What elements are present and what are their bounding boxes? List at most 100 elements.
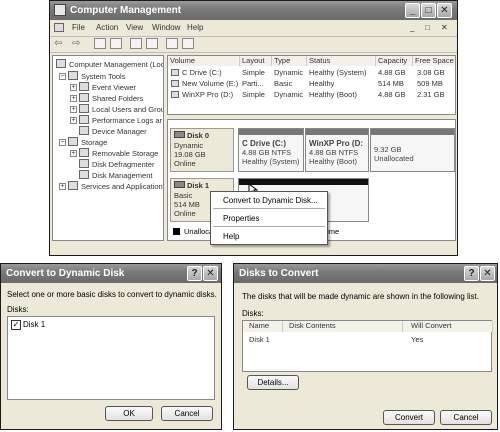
ok-button[interactable]: OK xyxy=(105,406,153,421)
unallocated-label: Unallocated xyxy=(374,154,414,163)
column-disk-contents[interactable]: Disk Contents xyxy=(283,321,403,332)
help-icon[interactable]: ? xyxy=(187,266,202,281)
maximize-icon[interactable]: □ xyxy=(421,3,436,18)
tree-performance-logs[interactable]: Performance Logs ar xyxy=(79,115,162,125)
dialog-title-bar[interactable]: Disks to Convert ? ✕ xyxy=(234,264,497,283)
cancel-button[interactable]: Cancel xyxy=(161,406,213,421)
forward-icon[interactable]: ⇨ xyxy=(72,38,80,49)
disk0-info[interactable]: Disk 0 Dynamic 19.08 GB Online xyxy=(170,128,234,172)
menu-file[interactable]: File xyxy=(72,23,85,32)
table-row[interactable]: Disk 1 Yes xyxy=(243,334,493,345)
mdi-close-icon[interactable]: ✕ xyxy=(441,23,448,32)
expand-icon[interactable]: + xyxy=(70,150,77,157)
column-volume[interactable]: Volume xyxy=(168,56,240,66)
column-layout[interactable]: Layout xyxy=(240,56,272,66)
column-will-convert[interactable]: Will Convert xyxy=(403,321,493,332)
context-menu: Convert to Dynamic Disk... Properties He… xyxy=(210,191,328,245)
list-item[interactable]: ✓ Disk 1 xyxy=(11,320,211,330)
expand-icon[interactable]: + xyxy=(70,95,77,102)
menu-window[interactable]: Window xyxy=(152,23,180,32)
computer-icon xyxy=(56,59,66,68)
close-icon[interactable]: ✕ xyxy=(480,266,495,281)
disk1-checkbox[interactable]: ✓ xyxy=(11,320,21,330)
disk-view-icon[interactable] xyxy=(166,38,178,49)
collapse-icon[interactable]: − xyxy=(59,139,66,146)
partition-size: 4.88 GB NTFS xyxy=(242,148,292,157)
status-cell: Healthy xyxy=(309,79,335,88)
column-type[interactable]: Type xyxy=(272,56,307,66)
convert-dialog: Convert to Dynamic Disk ? ✕ Select one o… xyxy=(0,263,222,430)
users-icon xyxy=(79,104,89,113)
partition-winxp[interactable]: WinXP Pro (D: 4.88 GB NTFS Healthy (Boot… xyxy=(305,128,369,172)
document-icon xyxy=(54,23,64,32)
volume-icon xyxy=(171,80,179,87)
volume-bar xyxy=(306,129,368,135)
details-button[interactable]: Details... xyxy=(247,375,299,390)
menu-action[interactable]: Action xyxy=(96,23,118,32)
close-icon[interactable]: ✕ xyxy=(203,266,218,281)
mdi-minimize-icon[interactable]: _ xyxy=(410,23,414,32)
partition-size: 4.88 GB NTFS xyxy=(309,148,359,157)
column-status[interactable]: Status xyxy=(307,56,376,66)
menu-view[interactable]: View xyxy=(126,23,143,32)
cancel-button[interactable]: Cancel xyxy=(440,410,492,425)
table-row[interactable]: C Drive (C:) Simple Dynamic Healthy (Sys… xyxy=(168,67,455,78)
menu-properties[interactable]: Properties xyxy=(223,214,259,223)
back-icon[interactable]: ⇦ xyxy=(54,38,62,49)
properties-icon[interactable] xyxy=(146,38,158,49)
storage-icon xyxy=(68,137,78,146)
free-space-cell: 509 MB xyxy=(417,79,443,88)
up-folder-icon[interactable] xyxy=(94,38,106,49)
tree-services[interactable]: Services and Applications xyxy=(68,181,163,191)
expand-icon[interactable]: + xyxy=(70,117,77,124)
tree-disk-defragmenter[interactable]: Disk Defragmenter xyxy=(79,159,155,169)
status-cell: Healthy (Boot) xyxy=(309,90,357,99)
name-cell: Disk 1 xyxy=(249,335,270,344)
expand-icon[interactable]: + xyxy=(59,183,66,190)
expand-icon[interactable]: + xyxy=(70,106,77,113)
menu-help-item[interactable]: Help xyxy=(223,232,239,241)
table-row[interactable]: New Volume (E:) Parti... Basic Healthy 5… xyxy=(168,78,455,89)
menu-separator xyxy=(213,208,325,209)
tree-device-manager[interactable]: Device Manager xyxy=(79,126,147,136)
column-free-space[interactable]: Free Space xyxy=(413,56,455,66)
tree-shared-folders[interactable]: Shared Folders xyxy=(79,93,143,103)
computer-management-window: Computer Management _ □ ✕ File Action Vi… xyxy=(49,0,458,256)
tree-system-tools[interactable]: System Tools xyxy=(68,71,125,81)
volume-cell: WinXP Pro (D:) xyxy=(171,90,233,99)
title-bar[interactable]: Computer Management _ □ ✕ xyxy=(50,1,457,20)
table-row[interactable]: WinXP Pro (D:) Simple Dynamic Healthy (B… xyxy=(168,89,455,100)
expand-icon[interactable]: + xyxy=(70,84,77,91)
column-capacity[interactable]: Capacity xyxy=(376,56,413,66)
tree-storage[interactable]: Storage xyxy=(68,137,107,147)
collapse-icon[interactable]: − xyxy=(59,73,66,80)
help-icon[interactable] xyxy=(130,38,142,49)
disk0-status: Online xyxy=(174,159,196,168)
settings-icon[interactable] xyxy=(182,38,194,49)
tree-local-users[interactable]: Local Users and Grou xyxy=(79,104,163,114)
menu-help[interactable]: Help xyxy=(187,23,203,32)
disks-to-convert-dialog: Disks to Convert ? ✕ The disks that will… xyxy=(233,263,498,430)
mdi-restore-icon[interactable]: □ xyxy=(425,23,430,32)
partition-c-drive[interactable]: C Drive (C:) 4.88 GB NTFS Healthy (Syste… xyxy=(238,128,304,172)
disk-icon xyxy=(174,131,185,138)
dialog-title-bar[interactable]: Convert to Dynamic Disk ? ✕ xyxy=(1,264,221,283)
menu-convert-dynamic[interactable]: Convert to Dynamic Disk... xyxy=(223,196,318,205)
tree-event-viewer[interactable]: Event Viewer xyxy=(79,82,136,92)
column-name[interactable]: Name xyxy=(243,321,283,332)
performance-icon xyxy=(79,115,89,124)
show-tree-icon[interactable] xyxy=(110,38,122,49)
minimize-icon[interactable]: _ xyxy=(405,3,420,18)
tree-root[interactable]: Computer Management (Loc xyxy=(56,59,163,69)
volume-list: Volume Layout Type Status Capacity Free … xyxy=(167,55,456,115)
partition-status: Healthy (Boot) xyxy=(309,157,357,166)
partition-status: Healthy (System) xyxy=(242,157,300,166)
help-icon[interactable]: ? xyxy=(464,266,479,281)
type-cell: Dynamic xyxy=(274,90,304,99)
tree-removable-storage[interactable]: Removable Storage xyxy=(79,148,158,158)
convert-button[interactable]: Convert xyxy=(383,410,435,425)
close-icon[interactable]: ✕ xyxy=(437,3,452,18)
tree-disk-management[interactable]: Disk Management xyxy=(79,170,152,180)
partition-unallocated[interactable]: 9.32 GB Unallocated xyxy=(370,128,455,172)
unallocated-swatch xyxy=(173,228,180,235)
